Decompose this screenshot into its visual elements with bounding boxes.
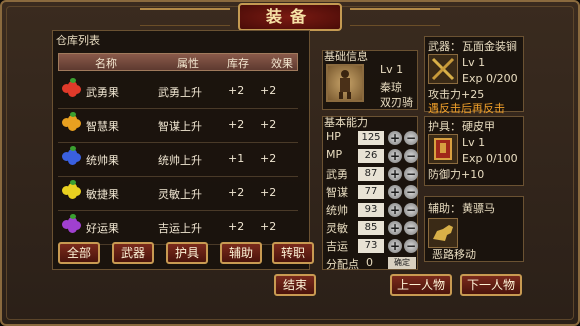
header-stock: 库存 (227, 57, 249, 70)
hero-level: Lv 1 (380, 63, 404, 76)
class-change-button[interactable]: 转职 (272, 242, 314, 264)
minus-icon[interactable]: − (404, 203, 418, 217)
plus-icon[interactable]: + (388, 167, 402, 181)
filter-armor-button[interactable]: 护具 (166, 242, 208, 264)
stat-value: 73 (358, 239, 384, 253)
item-effect: +2 (260, 118, 277, 131)
stat-label: 智谋 (326, 186, 348, 199)
weapon-exp: Exp 0/200 (462, 72, 518, 85)
item-stock: +2 (228, 186, 245, 199)
plus-icon[interactable]: + (388, 203, 402, 217)
title-decoration-left (140, 8, 230, 26)
item-name: 好运果 (86, 222, 119, 235)
stat-value: 125 (358, 131, 384, 145)
minus-icon[interactable]: − (404, 167, 418, 181)
stat-label: 吉运 (326, 240, 348, 253)
item-stock: +2 (228, 220, 245, 233)
filter-accessory-button[interactable]: 辅助 (220, 242, 262, 264)
filter-all-button[interactable]: 全部 (58, 242, 100, 264)
points-label: 分配点 (326, 258, 359, 271)
minus-icon[interactable]: − (404, 239, 418, 253)
crossed-maces-icon (431, 57, 455, 81)
confirm-button[interactable]: 确定 (388, 257, 416, 269)
stat-value: 77 (358, 185, 384, 199)
accessory-label: 辅助： (428, 202, 461, 215)
end-button[interactable]: 结束 (274, 274, 316, 296)
basic-info-title: 基础信息 (324, 50, 368, 63)
plus-icon[interactable]: + (388, 131, 402, 145)
weapon-slot[interactable] (428, 54, 458, 84)
accessory-name: 黄骠马 (462, 202, 495, 215)
item-effect: +2 (260, 84, 277, 97)
stat-label: MP (326, 148, 343, 161)
armor-label: 护具： (428, 120, 461, 133)
item-effect: +2 (260, 152, 277, 165)
hero-class: 双刃骑 (380, 96, 413, 109)
weapon-label: 武器： (428, 40, 461, 53)
plus-icon[interactable]: + (388, 221, 402, 235)
plus-icon[interactable]: + (388, 239, 402, 253)
hero-portrait (326, 64, 364, 102)
horse-icon (433, 225, 453, 241)
armor-defense: 防御力+10 (428, 168, 485, 181)
item-stock: +1 (228, 152, 245, 165)
window-title: 装备 (238, 3, 342, 31)
stat-label: 统帅 (326, 204, 348, 217)
item-attr: 武勇上升 (158, 86, 202, 99)
hero-figure-icon (339, 70, 351, 99)
weapon-level: Lv 1 (462, 56, 486, 69)
item-stock: +2 (228, 118, 245, 131)
warehouse-header: 名称 属性 库存 效果 (58, 53, 298, 71)
minus-icon[interactable]: − (404, 149, 418, 163)
stat-value: 93 (358, 203, 384, 217)
header-name: 名称 (95, 57, 117, 70)
weapon-name: 瓦面金装锏 (462, 40, 517, 53)
plus-icon[interactable]: + (388, 185, 402, 199)
armor-slot[interactable] (428, 134, 458, 164)
item-attr: 吉运上升 (158, 222, 202, 235)
stat-value: 85 (358, 221, 384, 235)
item-attr: 灵敏上升 (158, 188, 202, 201)
fruit-icon (62, 146, 81, 167)
minus-icon[interactable]: − (404, 185, 418, 199)
header-effect: 效果 (271, 57, 293, 70)
minus-icon[interactable]: − (404, 131, 418, 145)
armor-icon (434, 138, 452, 160)
points-value: 0 (366, 256, 373, 269)
item-stock: +2 (228, 84, 245, 97)
stat-label: HP (326, 130, 341, 143)
accessory-effect: 恶路移动 (432, 248, 476, 261)
hero-name: 秦琼 (380, 81, 402, 94)
armor-name: 硬皮甲 (462, 120, 495, 133)
armor-level: Lv 1 (462, 136, 486, 149)
item-attr: 统帅上升 (158, 154, 202, 167)
item-name: 敏捷果 (86, 188, 119, 201)
stat-label: 灵敏 (326, 222, 348, 235)
stat-value: 87 (358, 167, 384, 181)
basic-ability-title: 基本能力 (324, 116, 368, 129)
next-hero-button[interactable]: 下一人物 (460, 274, 522, 296)
warehouse-title: 仓库列表 (56, 34, 100, 47)
plus-icon[interactable]: + (388, 149, 402, 163)
header-attr: 属性 (177, 57, 199, 70)
fruit-icon (62, 112, 81, 133)
item-name: 智慧果 (86, 120, 119, 133)
filter-weapon-button[interactable]: 武器 (112, 242, 154, 264)
stat-label: 武勇 (326, 168, 348, 181)
title-decoration-right (350, 8, 440, 26)
prev-hero-button[interactable]: 上一人物 (390, 274, 452, 296)
minus-icon[interactable]: − (404, 221, 418, 235)
item-name: 统帅果 (86, 154, 119, 167)
item-effect: +2 (260, 186, 277, 199)
fruit-icon (62, 180, 81, 201)
accessory-slot[interactable] (428, 218, 458, 248)
fruit-icon (62, 214, 81, 235)
item-effect: +2 (260, 220, 277, 233)
weapon-special: 遇反击后再反击 (428, 102, 505, 115)
fruit-icon (62, 78, 81, 99)
item-name: 武勇果 (86, 86, 119, 99)
stat-value: 26 (358, 149, 384, 163)
armor-exp: Exp 0/100 (462, 152, 518, 165)
item-attr: 智谋上升 (158, 120, 202, 133)
